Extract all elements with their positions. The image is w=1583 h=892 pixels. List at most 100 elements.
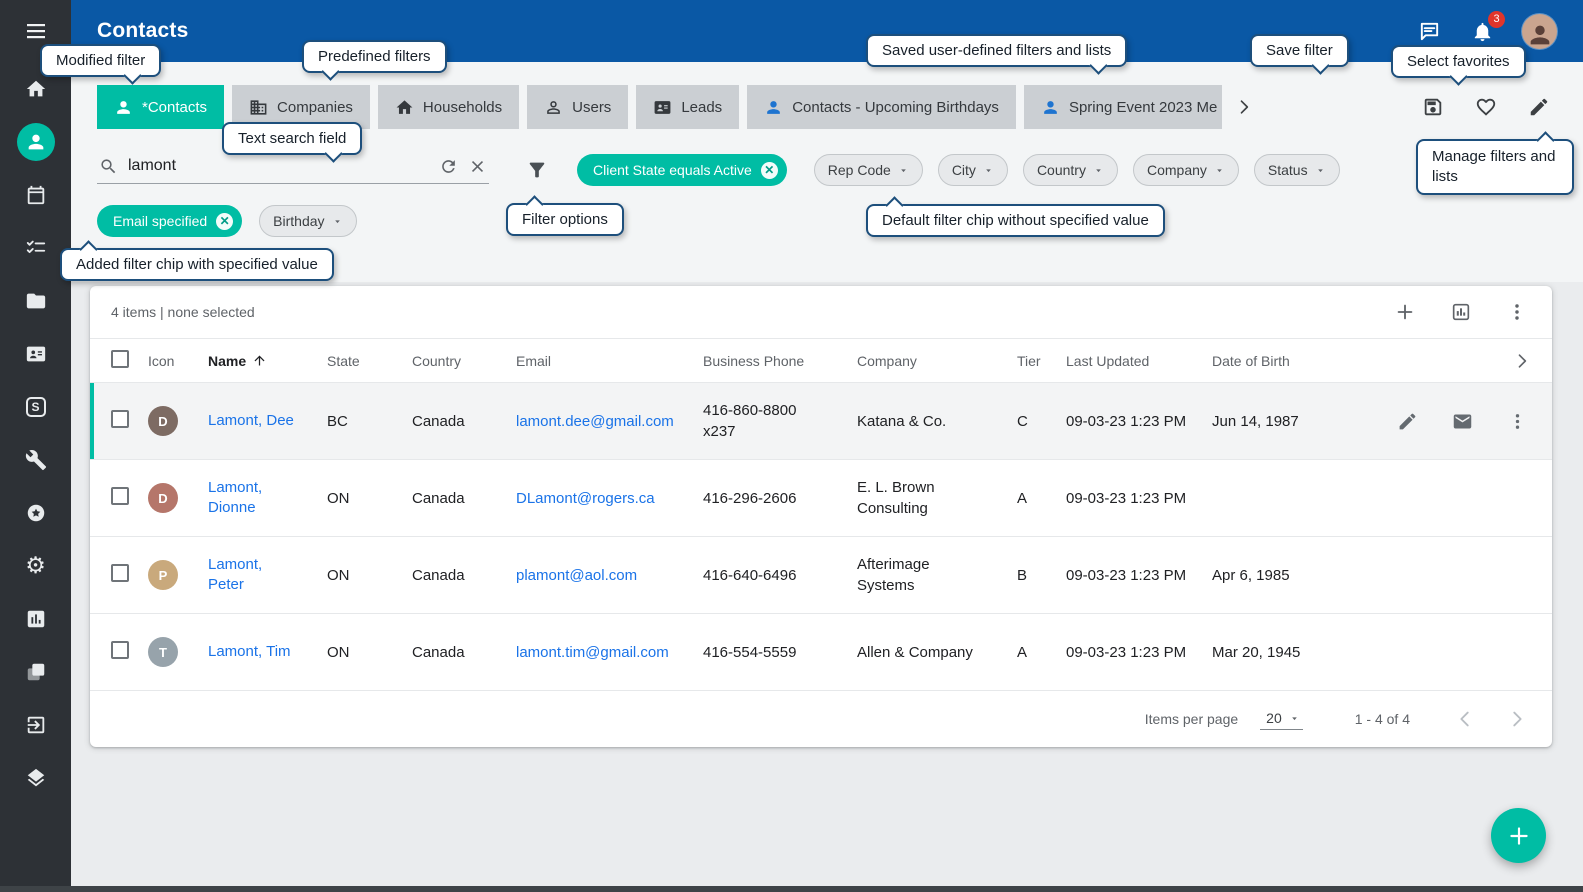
row-kebab-menu-icon[interactable]: [1505, 409, 1530, 434]
email-link[interactable]: plamont@aol.com: [516, 567, 637, 584]
calendar-icon[interactable]: [0, 168, 71, 221]
tier-value: A: [1017, 644, 1027, 661]
email-link[interactable]: lamont.tim@gmail.com: [516, 644, 669, 661]
select-all-checkbox[interactable]: [111, 350, 129, 368]
chart-view-icon[interactable]: [1448, 299, 1474, 325]
table-row[interactable]: D Lamont, Dionne ON Canada DLamont@roger…: [90, 460, 1552, 537]
tab-leads[interactable]: Leads: [636, 85, 739, 129]
chip-label: Rep Code: [828, 162, 891, 178]
table-row[interactable]: D Lamont, Dee BC Canada lamont.dee@gmail…: [90, 383, 1552, 460]
column-header-email[interactable]: Email: [508, 339, 695, 383]
tab-households[interactable]: Households: [378, 85, 519, 129]
filter-chip-city[interactable]: City: [938, 154, 1008, 186]
filter-chip-birthday[interactable]: Birthday: [259, 205, 356, 237]
callout-filter-options: Filter options: [506, 203, 624, 236]
tab-label: Companies: [277, 99, 353, 116]
pagination: Items per page 20 1 - 4 of 4: [90, 691, 1552, 747]
row-checkbox[interactable]: [111, 410, 129, 428]
updated-value: 09-03-23 1:23 PM: [1066, 644, 1186, 661]
table-row[interactable]: P Lamont, Peter ON Canada plamont@aol.co…: [90, 537, 1552, 614]
app-window: S ⚙ Contacts: [0, 0, 1583, 892]
kebab-menu-icon[interactable]: [1504, 299, 1530, 325]
chevron-down-icon: [1289, 713, 1300, 724]
column-header-company[interactable]: Company: [849, 339, 1009, 383]
row-checkbox[interactable]: [111, 564, 129, 582]
contact-name-link[interactable]: Lamont, Dionne: [208, 478, 298, 518]
favorites-heart-icon[interactable]: [1473, 94, 1499, 120]
filter-chip-company[interactable]: Company: [1133, 154, 1239, 186]
filter-chip-client-state[interactable]: Client State equals Active ✕: [577, 154, 787, 186]
column-header-country[interactable]: Country: [404, 339, 508, 383]
column-header-tier[interactable]: Tier: [1009, 339, 1058, 383]
callout-select-favorites: Select favorites: [1391, 45, 1526, 78]
notifications-icon[interactable]: 3: [1469, 18, 1496, 45]
person-outline-icon: [544, 98, 563, 117]
avatar: P: [148, 560, 178, 590]
settings-gear-icon[interactable]: ⚙: [0, 539, 71, 592]
previous-page-icon[interactable]: [1452, 706, 1478, 732]
folder-icon[interactable]: [0, 274, 71, 327]
tab-spring-event-2023[interactable]: Spring Event 2023 Me: [1024, 85, 1222, 129]
row-checkbox[interactable]: [111, 641, 129, 659]
tab-contacts[interactable]: *Contacts: [97, 85, 224, 129]
column-header-updated[interactable]: Last Updated: [1058, 339, 1204, 383]
layers-icon[interactable]: [0, 751, 71, 804]
next-page-icon[interactable]: [1504, 706, 1530, 732]
column-header-phone[interactable]: Business Phone: [695, 339, 849, 383]
chip-label: Client State equals Active: [593, 162, 752, 178]
contacts-icon[interactable]: [0, 115, 71, 168]
filter-options-funnel-icon[interactable]: [526, 159, 548, 181]
table-row[interactable]: T Lamont, Tim ON Canada lamont.tim@gmail…: [90, 614, 1552, 691]
reports-chart-icon[interactable]: [0, 592, 71, 645]
more-tabs-chevron-icon[interactable]: [1232, 95, 1256, 119]
clear-search-icon[interactable]: [468, 157, 487, 176]
tab-label: Households: [423, 99, 502, 116]
search-field[interactable]: [97, 157, 489, 184]
sales-icon[interactable]: S: [0, 380, 71, 433]
filter-chip-rep-code[interactable]: Rep Code: [814, 154, 923, 186]
sign-in-icon[interactable]: [0, 698, 71, 751]
save-filter-icon[interactable]: [1420, 94, 1446, 120]
column-header-dob[interactable]: Date of Birth: [1204, 339, 1354, 383]
column-header-state[interactable]: State: [319, 339, 404, 383]
row-checkbox[interactable]: [111, 487, 129, 505]
contact-name-link[interactable]: Lamont, Dee: [208, 411, 294, 431]
email-envelope-icon[interactable]: [1450, 409, 1475, 434]
remove-chip-icon[interactable]: ✕: [216, 213, 233, 230]
column-header-icon[interactable]: Icon: [140, 339, 200, 383]
selection-summary: 4 items | none selected: [111, 304, 255, 320]
edit-pencil-icon[interactable]: [1395, 409, 1420, 434]
manage-filters-pencil-icon[interactable]: [1526, 94, 1552, 120]
remove-chip-icon[interactable]: ✕: [761, 162, 778, 179]
contact-card-icon[interactable]: [0, 327, 71, 380]
items-per-page-select[interactable]: 20: [1260, 708, 1303, 730]
add-contact-fab[interactable]: [1491, 808, 1546, 863]
tab-contacts-upcoming-birthdays[interactable]: Contacts - Upcoming Birthdays: [747, 85, 1016, 129]
items-per-page-label: Items per page: [1145, 711, 1238, 727]
email-link[interactable]: DLamont@rogers.ca: [516, 490, 655, 507]
default-filter-chips: Rep Code City Country Company: [814, 154, 1340, 186]
user-avatar[interactable]: [1522, 14, 1557, 49]
filter-chip-country[interactable]: Country: [1023, 154, 1118, 186]
column-header-name[interactable]: Name: [200, 339, 319, 383]
add-icon[interactable]: [1392, 299, 1418, 325]
filter-chip-email-specified[interactable]: Email specified ✕: [97, 205, 242, 237]
callout-manage-filters: Manage filters and lists: [1416, 139, 1574, 195]
more-columns-chevron-icon[interactable]: [1510, 349, 1534, 373]
state-value: BC: [327, 413, 348, 430]
contact-name-link[interactable]: Lamont, Tim: [208, 642, 291, 662]
tags-icon[interactable]: [0, 645, 71, 698]
filter-chip-status[interactable]: Status: [1254, 154, 1340, 186]
tab-users[interactable]: Users: [527, 85, 628, 129]
email-link[interactable]: lamont.dee@gmail.com: [516, 413, 674, 430]
chat-icon[interactable]: [1416, 18, 1443, 45]
company-value: Afterimage Systems: [857, 554, 981, 596]
contact-name-link[interactable]: Lamont, Peter: [208, 555, 298, 595]
refresh-icon[interactable]: [439, 157, 458, 176]
table-header-row: Icon Name State Country Email Business P…: [90, 339, 1552, 383]
favorites-star-icon[interactable]: [0, 486, 71, 539]
tools-icon[interactable]: [0, 433, 71, 486]
callout-predefined-filters: Predefined filters: [302, 40, 447, 73]
dob-value: Mar 20, 1945: [1212, 644, 1300, 661]
search-input[interactable]: [128, 157, 429, 175]
